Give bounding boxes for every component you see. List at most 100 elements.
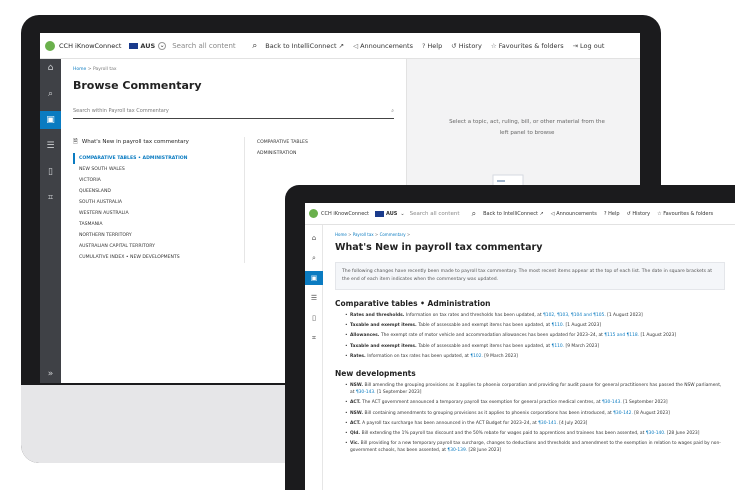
item-text: Table of assessable and exempt items has… bbox=[418, 343, 552, 349]
favourites-link[interactable]: ☆ Favourites & folders bbox=[657, 211, 713, 217]
book-icon[interactable]: ▯ bbox=[305, 311, 323, 325]
building-icon[interactable]: ⌗ bbox=[40, 189, 61, 207]
page-title: What's New in payroll tax commentary bbox=[335, 242, 543, 253]
item-lead: Taxable and exempt items. bbox=[350, 323, 419, 329]
external-link-icon: ↗ bbox=[338, 41, 345, 50]
search-icon[interactable]: ⌕ bbox=[472, 209, 476, 219]
australia-flag-icon bbox=[375, 210, 384, 217]
search-icon[interactable]: ⌕ bbox=[391, 108, 394, 118]
document-icon[interactable]: ☰ bbox=[305, 291, 323, 305]
home-icon[interactable]: ⌂ bbox=[305, 231, 323, 245]
new-developments-list: NSW. Bill amending the grouping provisio… bbox=[335, 382, 725, 455]
breadcrumb-home[interactable]: Home bbox=[335, 232, 347, 237]
list-item: Taxable and exempt items. Table of asses… bbox=[345, 322, 725, 329]
item-date: [1 August 2023] bbox=[607, 313, 643, 318]
paragraph-reference-link[interactable]: ¶115 and ¶118. bbox=[604, 333, 640, 338]
paragraph-reference-link[interactable]: ¶30-139. bbox=[447, 448, 468, 453]
paragraph-reference-link[interactable]: ¶102. bbox=[470, 354, 484, 359]
announcements-link[interactable]: ◁ Announcements bbox=[551, 211, 597, 217]
back-to-intelliconnect-link[interactable]: Back to IntelliConnect ↗ bbox=[483, 211, 544, 217]
briefcase-icon[interactable]: ▣ bbox=[305, 271, 323, 285]
list-item[interactable]: QUEENSLAND bbox=[73, 186, 244, 197]
list-item[interactable]: ADMINISTRATION bbox=[257, 148, 394, 159]
item-date: [9 March 2023] bbox=[565, 343, 600, 349]
history-link[interactable]: ↺ History bbox=[451, 42, 482, 50]
global-search-input[interactable]: Search all content bbox=[172, 42, 252, 50]
book-icon[interactable]: ▯ bbox=[40, 163, 61, 181]
list-item: ACT. The ACT government announced a temp… bbox=[345, 399, 725, 406]
paragraph-reference-link[interactable]: ¶110. bbox=[552, 323, 566, 328]
announcements-link[interactable]: ◁ Announcements bbox=[353, 42, 413, 50]
logout-link[interactable]: ⇥ Log out bbox=[573, 42, 605, 50]
item-date: [1 August 2023] bbox=[640, 333, 677, 339]
list-item[interactable]: AUSTRALIAN CAPITAL TERRITORY bbox=[73, 241, 244, 252]
paragraph-reference-link[interactable]: ¶102, ¶103, ¶104 and ¶105. bbox=[543, 313, 607, 318]
help-link[interactable]: ? Help bbox=[422, 42, 442, 50]
commentary-search-input[interactable]: Search within Payroll tax Commentary ⌕ bbox=[73, 108, 394, 119]
item-lead: ACT. bbox=[350, 420, 363, 426]
paragraph-reference-link[interactable]: ¶30-143. bbox=[356, 390, 377, 395]
chevron-down-icon[interactable]: ⌄ bbox=[400, 211, 404, 217]
list-item[interactable]: CUMULATIVE INDEX • NEW DEVELOPMENTS bbox=[73, 252, 244, 263]
document-icon[interactable]: ☰ bbox=[40, 137, 61, 155]
breadcrumb-payroll-tax[interactable]: Payroll tax bbox=[353, 232, 374, 237]
history-link[interactable]: ↺ History bbox=[627, 211, 651, 217]
item-date: [1 September 2023] bbox=[623, 400, 668, 406]
breadcrumb-current[interactable]: Payroll tax bbox=[93, 67, 117, 72]
favourites-link[interactable]: ☆ Favourites & folders bbox=[491, 42, 564, 50]
region-selector[interactable]: AUS bbox=[386, 211, 397, 217]
top-navigation-bar: CCH iKnowConnect AUS ⌄ Search all conten… bbox=[305, 203, 735, 225]
topic-list-column: 🗎 What's New in payroll tax commentary CO… bbox=[73, 137, 245, 263]
marketing-mockup: CCH iKnowConnect AUS ⌄ Search all conten… bbox=[0, 0, 735, 490]
back-to-intelliconnect-link[interactable]: Back to IntelliConnect ↗ bbox=[265, 42, 344, 50]
search-icon[interactable]: ⌕ bbox=[305, 251, 323, 265]
list-item: NSW. Bill amending the grouping provisio… bbox=[345, 382, 725, 396]
list-item[interactable]: SOUTH AUSTRALIA bbox=[73, 197, 244, 208]
help-link[interactable]: ? Help bbox=[604, 211, 620, 217]
paragraph-reference-link[interactable]: ¶110. bbox=[552, 344, 566, 349]
document-icon: 🗎 bbox=[73, 138, 78, 145]
building-icon[interactable]: ⌗ bbox=[305, 331, 323, 345]
list-item: NSW. Bill containing amendments to group… bbox=[345, 410, 725, 417]
paragraph-reference-link[interactable]: ¶30-140. bbox=[646, 431, 667, 436]
region-selector[interactable]: AUS bbox=[140, 42, 155, 50]
list-item[interactable]: NEW SOUTH WALES bbox=[73, 164, 244, 175]
expand-rail-icon[interactable]: » bbox=[40, 369, 61, 379]
left-icon-rail: ⌂ ⌕ ▣ ☰ ▯ ⌗ bbox=[305, 225, 323, 490]
list-item: ACT. A payroll tax surcharge has been an… bbox=[345, 420, 725, 427]
list-item[interactable]: COMPARATIVE TABLES bbox=[257, 137, 394, 148]
list-item[interactable]: TASMANIA bbox=[73, 219, 244, 230]
list-item[interactable]: WESTERN AUSTRALIA bbox=[73, 208, 244, 219]
list-item: Rates and thresholds. Information on tax… bbox=[345, 312, 725, 319]
list-item[interactable]: COMPARATIVE TABLES • ADMINISTRATION bbox=[73, 153, 244, 164]
item-text: Bill providing for a new temporary payro… bbox=[350, 441, 721, 454]
commentary-content: Home > Payroll tax > Commentary > What's… bbox=[323, 225, 735, 490]
external-link-icon: ↗ bbox=[539, 210, 544, 217]
breadcrumb-home[interactable]: Home bbox=[73, 67, 86, 72]
cch-logo-icon bbox=[45, 40, 55, 51]
item-lead: Rates. bbox=[350, 353, 368, 359]
history-icon: ↺ bbox=[451, 41, 457, 50]
paragraph-reference-link[interactable]: ¶30-142. bbox=[613, 411, 634, 416]
comparative-tables-list: Rates and thresholds. Information on tax… bbox=[335, 312, 725, 360]
paragraph-reference-link[interactable]: ¶30-141. bbox=[538, 421, 559, 426]
search-icon[interactable]: ⌕ bbox=[252, 41, 257, 51]
item-lead: Taxable and exempt items. bbox=[350, 343, 419, 349]
list-item[interactable]: NORTHERN TERRITORY bbox=[73, 230, 244, 241]
breadcrumb: Home > Payroll tax > Commentary > bbox=[335, 232, 411, 237]
item-lead: NSW. bbox=[350, 410, 365, 416]
list-item: Allowances. The exempt rate of motor veh… bbox=[345, 332, 725, 339]
paragraph-reference-link[interactable]: ¶30-143. bbox=[602, 400, 623, 405]
laptop-screen: CCH iKnowConnect AUS ⌄ Search all conten… bbox=[305, 203, 735, 490]
breadcrumb-commentary[interactable]: Commentary bbox=[380, 232, 406, 237]
search-icon[interactable]: ⌕ bbox=[40, 85, 61, 103]
home-icon[interactable]: ⌂ bbox=[40, 59, 61, 77]
global-search-input[interactable]: Search all content bbox=[410, 211, 472, 217]
page-title: Browse Commentary bbox=[73, 79, 202, 92]
item-text: Information on tax rates has been update… bbox=[367, 353, 471, 359]
chevron-down-icon[interactable]: ⌄ bbox=[158, 41, 167, 50]
whats-new-link[interactable]: 🗎 What's New in payroll tax commentary bbox=[73, 137, 244, 147]
list-item[interactable]: VICTORIA bbox=[73, 175, 244, 186]
briefcase-icon[interactable]: ▣ bbox=[40, 111, 61, 129]
item-date: [28 June 2023] bbox=[666, 431, 700, 437]
